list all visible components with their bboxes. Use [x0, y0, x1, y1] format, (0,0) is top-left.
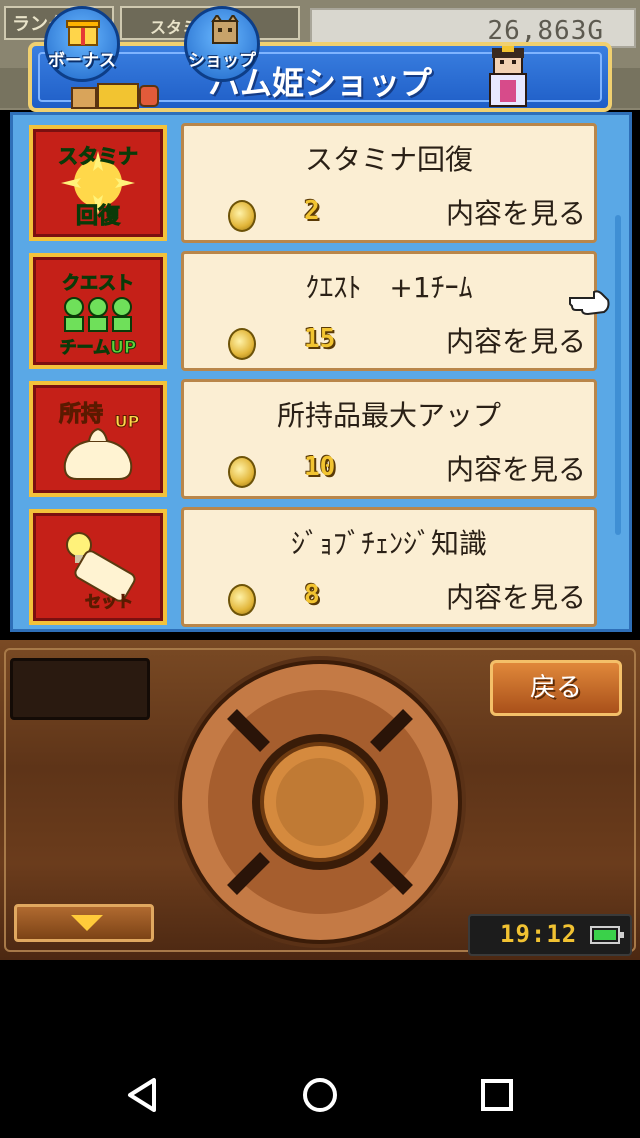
inventory-up-icon: 所持 UP — [58, 402, 140, 480]
list-scrollbar[interactable] — [615, 215, 621, 535]
list-item[interactable]: 所持 UP 所持品最大アップ 10 内容を見る — [19, 375, 605, 499]
item-card[interactable]: ｸｴｽﾄ +1ﾁｰﾑ 15 内容を見る — [181, 251, 597, 371]
set-text: セット — [85, 592, 133, 611]
stamina-recovery-icon: スタミナ 回復 — [58, 144, 139, 230]
quest-top-text: クエスト — [62, 273, 134, 294]
back-button[interactable]: 戻る — [490, 660, 622, 716]
console-display — [10, 658, 150, 720]
game-screen: ランク スタミナ 26,863G ハム姫ショップ ボーナス ショップ スタミナ … — [0, 0, 640, 1138]
coin-icon — [228, 328, 256, 360]
system-nav-bar — [0, 1050, 640, 1138]
bonus-button[interactable]: ボーナス — [44, 6, 120, 82]
shopkeeper-icon — [211, 15, 239, 44]
item-price: 2 — [304, 196, 320, 226]
clock-time: 19:12 — [500, 920, 578, 948]
item-name: ｸｴｽﾄ +1ﾁｰﾑ — [305, 271, 473, 304]
view-details-button[interactable]: 内容を見る — [446, 448, 586, 488]
down-arrow-icon — [71, 915, 103, 931]
stamina-bottom-text: 回復 — [76, 203, 121, 229]
item-name: 所持品最大アップ — [276, 399, 501, 432]
possess-top-text: 所持 — [59, 402, 103, 427]
coin-icon — [228, 200, 256, 232]
item-icon-frame: 所持 UP — [29, 381, 167, 497]
item-price: 10 — [304, 452, 336, 482]
bonus-chest-icon — [71, 83, 159, 109]
quest-team-up-icon: クエスト チームUP — [59, 273, 137, 358]
scroll-down-button[interactable] — [14, 904, 154, 942]
item-card[interactable]: ｼﾞｮﾌﾞﾁｪﾝｼﾞ知識 8 内容を見る — [181, 507, 597, 627]
shop-label: ショップ — [188, 51, 256, 71]
home-nav-icon[interactable] — [295, 1070, 345, 1120]
item-price: 8 — [304, 580, 320, 610]
coin-icon — [228, 584, 256, 616]
clock-display: 19:12 — [468, 914, 632, 956]
bonus-gift-icon — [66, 20, 100, 46]
possess-up-text: UP — [115, 412, 140, 431]
view-details-button[interactable]: 内容を見る — [446, 320, 586, 360]
console-panel: 戻る 19:12 — [0, 640, 640, 960]
item-price: 15 — [304, 324, 336, 354]
back-nav-icon[interactable] — [118, 1070, 168, 1120]
job-change-scroll-icon: セット — [66, 532, 136, 612]
coin-icon — [228, 456, 256, 488]
item-card[interactable]: 所持品最大アップ 10 内容を見る — [181, 379, 597, 499]
item-name: ｼﾞｮﾌﾞﾁｪﾝｼﾞ知識 — [290, 527, 487, 560]
battery-icon — [590, 926, 624, 944]
quest-bottom-text: チームUP — [60, 338, 137, 357]
list-item[interactable]: スタミナ 回復 スタミナ回復 2 内容を見る — [19, 119, 605, 243]
item-name: スタミナ回復 — [304, 143, 473, 176]
shop-button[interactable]: ショップ — [184, 6, 260, 82]
list-item[interactable]: クエスト チームUP ｸｴｽﾄ +1ﾁｰﾑ 15 内容を見る — [19, 247, 605, 371]
stamina-top-text: スタミナ — [58, 144, 138, 168]
view-details-button[interactable]: 内容を見る — [446, 576, 586, 616]
ham-princess-icon — [489, 46, 527, 107]
item-icon-frame: スタミナ 回復 — [29, 125, 167, 241]
shop-item-list[interactable]: スタミナ 回復 スタミナ回復 2 内容を見る クエスト チームUP ｸｴｽﾄ +… — [10, 112, 632, 632]
recents-nav-icon[interactable] — [472, 1070, 522, 1120]
dpad-controller[interactable] — [170, 652, 470, 952]
list-item[interactable]: セット ｼﾞｮﾌﾞﾁｪﾝｼﾞ知識 8 内容を見る — [19, 503, 605, 627]
item-icon-frame: セット — [29, 509, 167, 625]
view-details-button[interactable]: 内容を見る — [446, 192, 586, 232]
bonus-label: ボーナス — [48, 51, 116, 71]
item-card[interactable]: スタミナ回復 2 内容を見る — [181, 123, 597, 243]
pointing-hand-icon — [569, 290, 610, 316]
item-icon-frame: クエスト チームUP — [29, 253, 167, 369]
